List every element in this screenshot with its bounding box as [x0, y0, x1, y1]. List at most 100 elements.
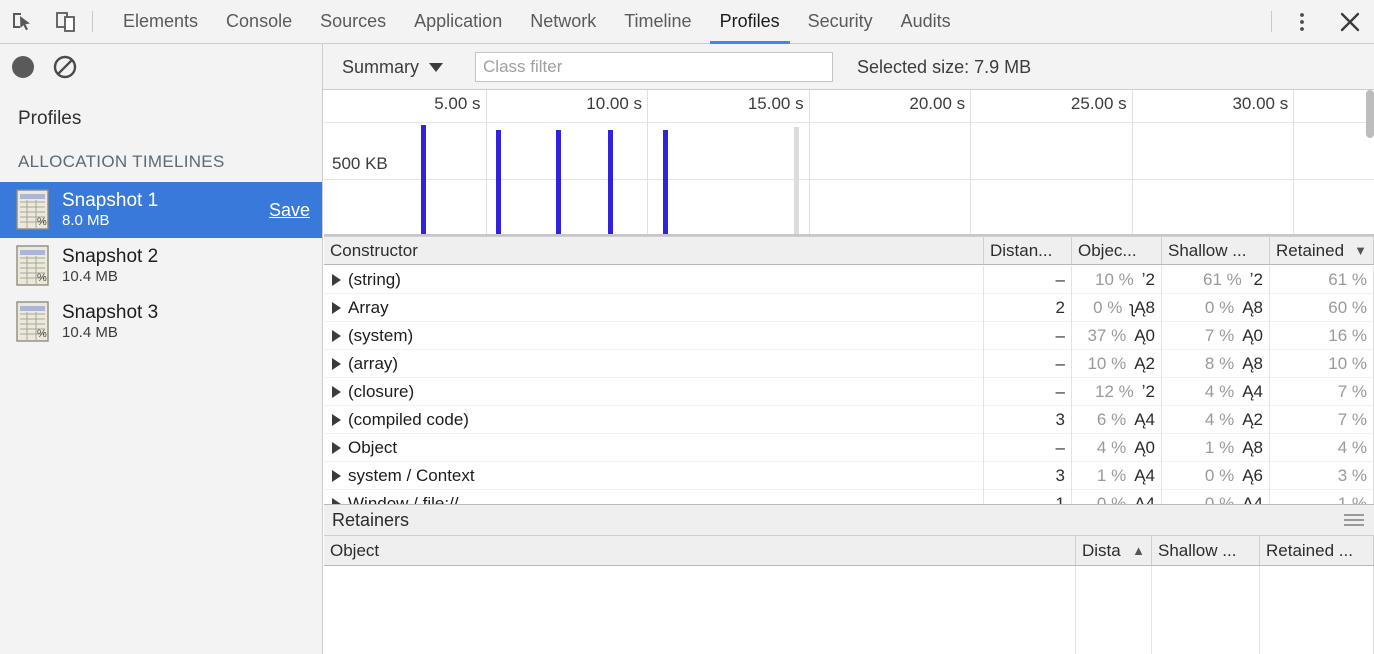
table-row[interactable]: Array 2 0 % ʅĄ8 0 % Ą8 60 %: [324, 293, 1374, 322]
tab-sources[interactable]: Sources: [306, 0, 400, 43]
chart-bar: [662, 129, 668, 234]
constructor-datagrid: Constructor Distan... Objec... Shallow ... R…: [324, 236, 1374, 504]
tab-security[interactable]: Security: [794, 0, 887, 43]
column-header[interactable]: Object: [324, 536, 1076, 565]
tab-elements[interactable]: Elements: [109, 0, 212, 43]
snapshot-size: 10.4 MB: [62, 323, 118, 341]
chart-bar: [793, 127, 799, 234]
save-snapshot-link[interactable]: Save: [269, 200, 310, 221]
column-header-label: Distan...: [990, 240, 1053, 260]
column-header-label: Shallow ...: [1168, 240, 1247, 260]
table-row[interactable]: Window / file:// 1 0 % Ą4 0 % Ą4 1 %: [324, 489, 1374, 505]
percent-value: 8 %: [1204, 353, 1235, 373]
sidebar-item-snapshot-1[interactable]: % Snapshot 1 8.0 MB Save: [0, 182, 322, 238]
retained-size-cell: 7 %: [1270, 377, 1374, 406]
allocation-timeline-chart[interactable]: 5.00 s 10.00 s 15.00 s 20.00 s 25.00 s 30.00 …: [324, 90, 1374, 236]
close-icon[interactable]: [1326, 0, 1374, 43]
distance-cell: –: [984, 433, 1072, 462]
table-row[interactable]: (compiled code) 3 6 % Ą4 4 % Ą2 7 %: [324, 405, 1374, 434]
clear-prohibited-icon[interactable]: [52, 54, 78, 80]
class-filter-input[interactable]: [475, 52, 834, 82]
column-header[interactable]: Shallow ...: [1162, 237, 1270, 264]
toolbar-divider: [92, 11, 93, 32]
numeric-value: ʅĄ8: [1130, 297, 1155, 317]
expand-triangle-icon[interactable]: [332, 469, 341, 482]
tab-label: Profiles: [719, 11, 780, 31]
retained-size-cell: 3 %: [1270, 461, 1374, 490]
tab-profiles[interactable]: Profiles: [706, 0, 794, 44]
tab-audits[interactable]: Audits: [887, 0, 965, 43]
chart-x-tick-label: 25.00 s: [1070, 94, 1127, 113]
table-row[interactable]: (system) –37 % Ą0 7 % Ą0 16 %: [324, 321, 1374, 350]
svg-text:%: %: [37, 328, 47, 340]
column-header[interactable]: Constructor: [324, 237, 984, 264]
numeric-value: Ą6: [1242, 465, 1263, 485]
table-row[interactable]: (array) –10 % Ą2 8 % Ą8 10 %: [324, 349, 1374, 378]
column-header[interactable]: Dista ▲: [1076, 536, 1152, 565]
shallow-size-cell: 8 % Ą8: [1162, 349, 1270, 378]
expand-triangle-icon[interactable]: [332, 273, 341, 286]
chart-x-tick-label: 30.00 s: [1232, 94, 1289, 113]
shallow-size-cell: 7 % Ą0: [1162, 321, 1270, 350]
inspect-element-icon[interactable]: [0, 0, 44, 43]
percent-value: 1 %: [1096, 465, 1127, 485]
percent-value: 10 %: [1095, 269, 1134, 289]
constructor-cell: (compiled code): [324, 405, 984, 434]
expand-triangle-icon[interactable]: [332, 413, 341, 426]
objects-cell: 4 % Ą0: [1072, 433, 1162, 462]
sidebar-item-snapshot-3[interactable]: % Snapshot 3 10.4 MB: [0, 294, 322, 350]
expand-triangle-icon[interactable]: [332, 441, 341, 454]
tab-network[interactable]: Network: [516, 0, 610, 43]
constructor-name: (string): [348, 269, 401, 289]
percent-value: 10 %: [1087, 353, 1127, 373]
column-header[interactable]: Shallow ...: [1152, 536, 1260, 565]
numeric-value: Ą0: [1134, 437, 1155, 457]
shallow-size-cell: 0 % Ą4: [1162, 489, 1270, 505]
table-row[interactable]: system / Context 3 1 % Ą4 0 % Ą6 3 %: [324, 461, 1374, 490]
percent-value: 0 %: [1204, 297, 1235, 317]
constructor-cell: (string): [324, 265, 984, 294]
snapshot-icon: %: [16, 301, 49, 342]
hamburger-bar: [1344, 514, 1364, 516]
tab-console[interactable]: Console: [212, 0, 306, 43]
numeric-value: Ą4: [1134, 493, 1155, 505]
objects-cell: 10 % Ą2: [1072, 349, 1162, 378]
device-toolbar-icon[interactable]: [44, 0, 88, 43]
percent-value: 0 %: [1204, 493, 1235, 505]
expand-triangle-icon[interactable]: [332, 385, 341, 398]
overview-scrollbar[interactable]: [1366, 90, 1374, 138]
expand-triangle-icon[interactable]: [332, 357, 341, 370]
snapshot-list: % Snapshot 1 8.0 MB Save % Snapshot 2 10…: [0, 182, 322, 350]
retained-size-cell: 4 %: [1270, 433, 1374, 462]
table-row[interactable]: (closure) – 12 % ʼ2 4 % Ą4 7 %: [324, 377, 1374, 406]
expand-triangle-icon[interactable]: [332, 301, 341, 314]
snapshot-name: Snapshot 2: [62, 246, 159, 268]
distance-cell: –: [984, 349, 1072, 378]
column-header[interactable]: Objec...: [1072, 237, 1162, 264]
numeric-value: Ą0: [1134, 325, 1155, 345]
numeric-value: ʼ2: [1249, 269, 1263, 289]
table-row[interactable]: (string) – 10 % ʼ2 61 % ʼ2 61 %: [324, 265, 1374, 294]
snapshot-text: Snapshot 1 8.0 MB: [62, 190, 158, 229]
numeric-value: Ą0: [1242, 325, 1263, 345]
shallow-size-cell: 0 % Ą8: [1162, 293, 1270, 322]
shallow-size-cell: 61 % ʼ2: [1162, 265, 1270, 294]
record-circle-icon[interactable]: [12, 56, 34, 78]
column-header[interactable]: Distan...: [984, 237, 1072, 264]
hamburger-menu-icon[interactable]: [1344, 514, 1364, 526]
more-options-icon[interactable]: [1278, 0, 1326, 43]
shallow-size-cell: 1 % Ą8: [1162, 433, 1270, 462]
retainers-header: Retainers: [324, 504, 1374, 536]
tab-label: Application: [414, 11, 503, 31]
table-row[interactable]: Object – 4 % Ą0 1 % Ą8 4 %: [324, 433, 1374, 462]
expand-triangle-icon[interactable]: [332, 329, 341, 342]
tab-label: Timeline: [624, 11, 692, 31]
tab-timeline[interactable]: Timeline: [610, 0, 705, 43]
column-header[interactable]: Retained ▼: [1270, 237, 1374, 264]
tab-application[interactable]: Application: [400, 0, 516, 43]
numeric-value: Ą8: [1242, 437, 1263, 457]
column-header[interactable]: Retained ...: [1260, 536, 1374, 565]
view-select[interactable]: Summary: [342, 57, 453, 78]
numeric-value: ʼ2: [1141, 381, 1155, 401]
sidebar-item-snapshot-2[interactable]: % Snapshot 2 10.4 MB: [0, 238, 322, 294]
